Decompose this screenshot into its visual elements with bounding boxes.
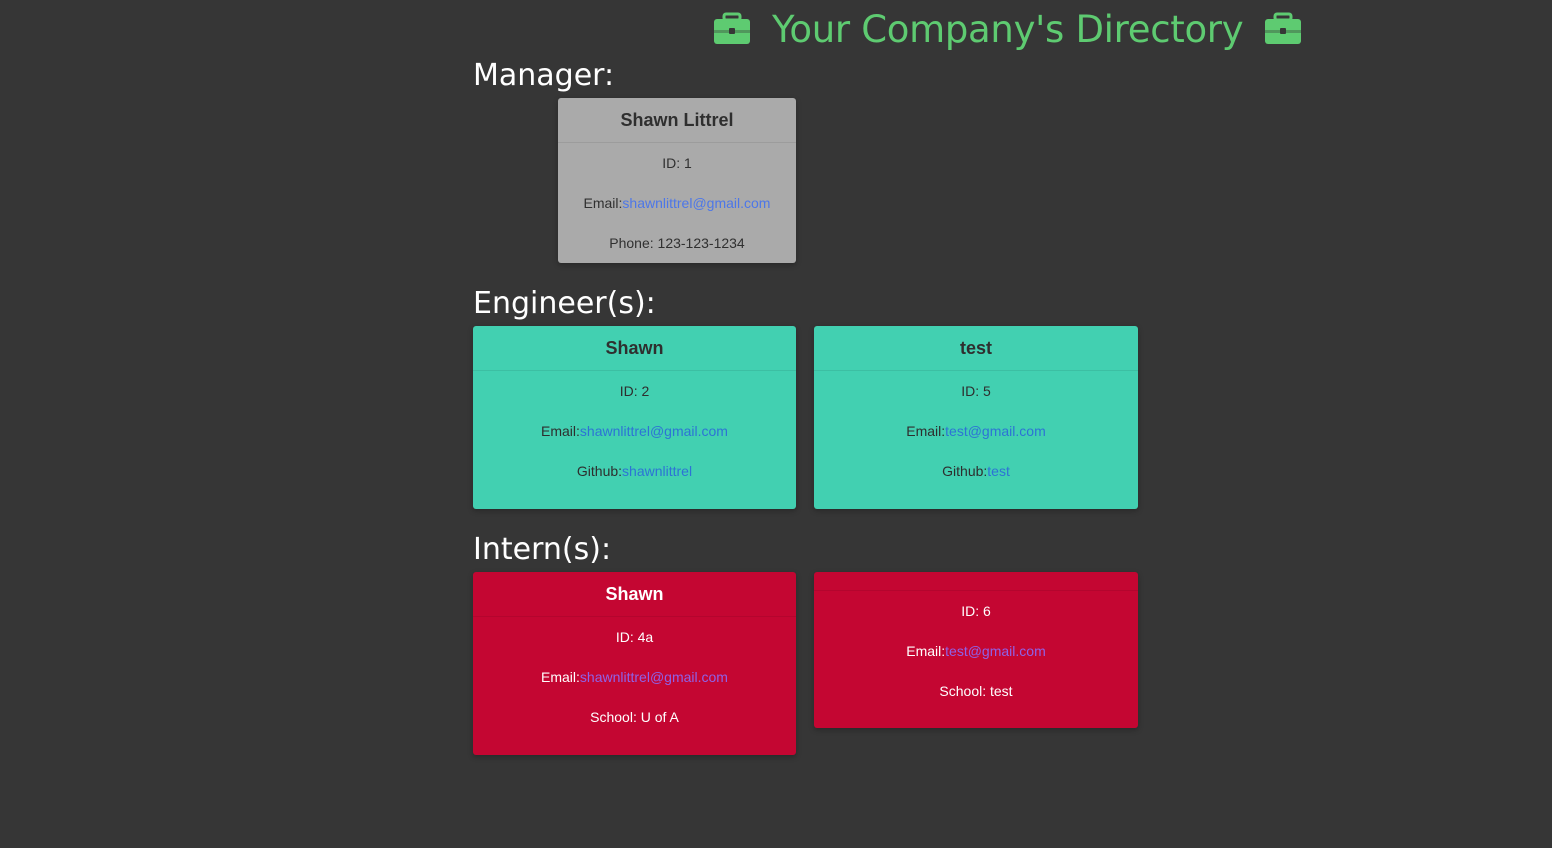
engineer-email-link[interactable]: test@gmail.com	[945, 423, 1046, 440]
intern-card-body: ID: 4a Email: shawnlittrel@gmail.com Sch…	[473, 617, 796, 737]
engineers-section-title: Engineer(s):	[473, 286, 656, 321]
manager-email-row: Email: shawnlittrel@gmail.com	[558, 183, 796, 223]
briefcase-icon	[1265, 12, 1302, 44]
manager-section-title: Manager:	[473, 58, 615, 93]
page-title: Your Company's Directory	[772, 7, 1244, 51]
engineer-github-link[interactable]: shawnlittrel	[622, 463, 692, 480]
engineer-email-row: Email: shawnlittrel@gmail.com	[473, 411, 796, 451]
engineer-email-link[interactable]: shawnlittrel@gmail.com	[580, 423, 728, 440]
engineer-id: ID: 5	[961, 382, 991, 399]
engineer-email-label: Email:	[541, 422, 580, 439]
manager-id: ID: 1	[662, 154, 692, 171]
engineer-card: Shawn ID: 2 Email: shawnlittrel@gmail.co…	[473, 326, 796, 509]
briefcase-icon	[714, 12, 750, 44]
intern-email-link[interactable]: shawnlittrel@gmail.com	[580, 669, 728, 686]
intern-card: ID: 6 Email: test@gmail.com School: test	[814, 572, 1138, 728]
intern-email-row: Email: test@gmail.com	[814, 631, 1138, 671]
interns-section-title: Intern(s):	[473, 532, 612, 567]
engineer-name: Shawn	[473, 326, 796, 371]
intern-id: ID: 6	[961, 602, 991, 619]
manager-card: Shawn Littrel ID: 1 Email: shawnlittrel@…	[558, 98, 796, 263]
engineer-name: test	[814, 326, 1138, 371]
intern-email-link[interactable]: test@gmail.com	[945, 643, 1046, 660]
engineer-email-label: Email:	[906, 422, 946, 439]
intern-name	[814, 572, 1138, 591]
intern-card-body: ID: 6 Email: test@gmail.com School: test	[814, 591, 1138, 711]
page-header: Your Company's Directory	[712, 6, 1303, 52]
engineer-card-body: ID: 2 Email: shawnlittrel@gmail.com Gith…	[473, 371, 796, 491]
engineer-id: ID: 2	[619, 382, 650, 399]
manager-name: Shawn Littrel	[558, 98, 796, 143]
engineer-github-label: Github:	[576, 462, 623, 479]
intern-id: ID: 4a	[615, 628, 654, 645]
engineer-email-row: Email: test@gmail.com	[814, 411, 1138, 451]
intern-email-row: Email: shawnlittrel@gmail.com	[473, 657, 796, 697]
engineer-github-row: Github: shawnlittrel	[473, 451, 796, 491]
intern-school: School: U of A	[590, 708, 679, 725]
intern-card: Shawn ID: 4a Email: shawnlittrel@gmail.c…	[473, 572, 796, 755]
manager-email-link[interactable]: shawnlittrel@gmail.com	[622, 195, 770, 212]
engineer-github-link[interactable]: test	[987, 463, 1010, 480]
intern-email-label: Email:	[906, 642, 946, 659]
manager-email-label: Email:	[583, 194, 623, 211]
manager-phone: Phone: 123-123-1234	[609, 234, 745, 251]
engineer-card: test ID: 5 Email: test@gmail.com Github:…	[814, 326, 1138, 509]
intern-email-label: Email:	[541, 668, 580, 685]
intern-school: School: test	[939, 682, 1013, 699]
engineer-github-label: Github:	[942, 462, 988, 479]
manager-card-body: ID: 1 Email: shawnlittrel@gmail.com Phon…	[558, 143, 796, 263]
engineer-github-row: Github: test	[814, 451, 1138, 491]
engineer-card-body: ID: 5 Email: test@gmail.com Github: test	[814, 371, 1138, 491]
intern-name: Shawn	[473, 572, 796, 617]
